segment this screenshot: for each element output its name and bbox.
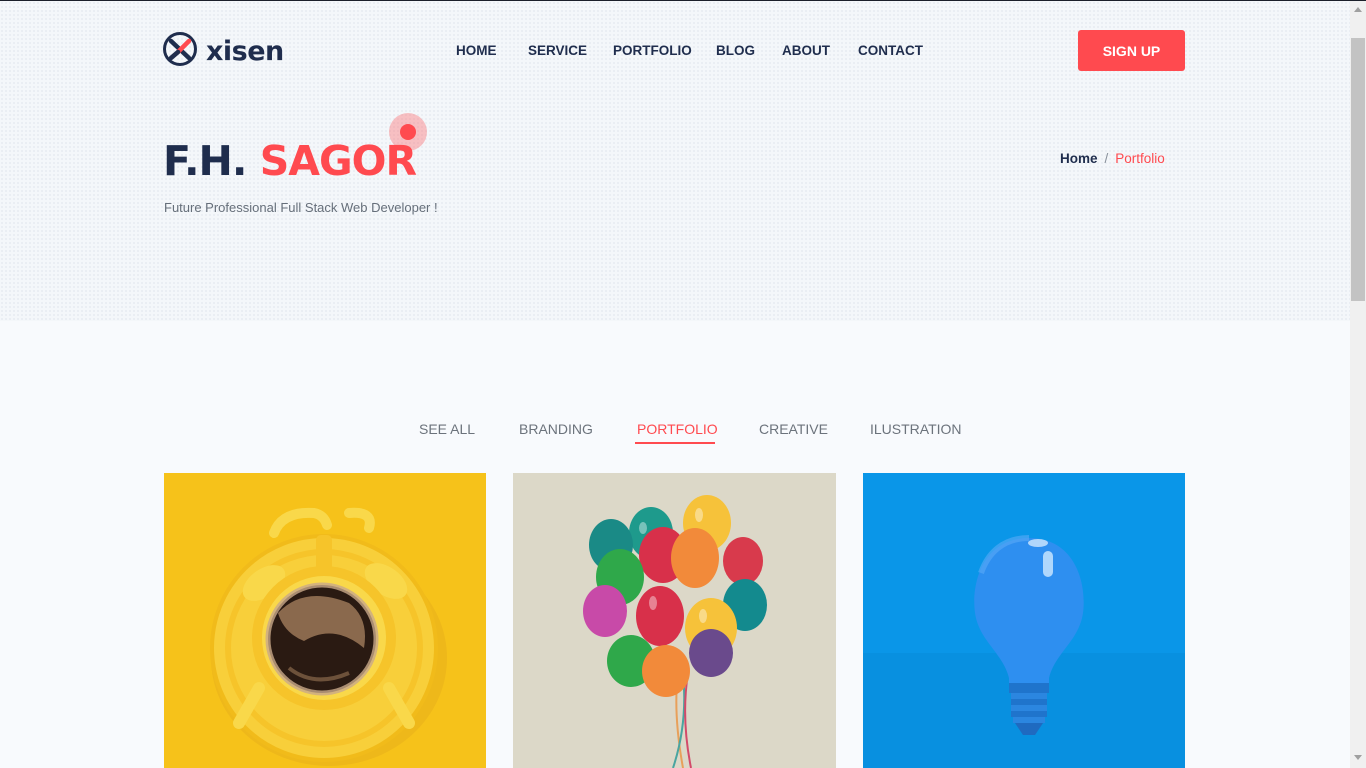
light-bulb-image [863,473,1185,768]
nav-item-home[interactable]: HOME [456,43,528,58]
filter-see-all[interactable]: SEE ALL [419,421,475,437]
filter-branding[interactable]: BRANDING [519,421,593,437]
logo[interactable]: xisen [162,31,284,72]
hero-section: xisen HOME SERVICE PORTFOLIO BLOG ABOUT … [0,1,1350,321]
scroll-up-arrow-icon[interactable] [1354,7,1362,12]
page-title-first: F.H. [163,137,247,185]
portfolio-item-coffee[interactable] [164,473,486,768]
page-title-last: SAGOR [259,137,417,185]
nav-item-portfolio[interactable]: PORTFOLIO [613,43,716,58]
portfolio-item-light-bulb[interactable] [863,473,1185,768]
portfolio-filters: SEE ALL BRANDING PORTFOLIO CREATIVE ILUS… [0,421,1350,451]
breadcrumb-home[interactable]: Home [1060,151,1098,166]
logo-icon [162,31,198,72]
nav-item-contact[interactable]: CONTACT [858,43,928,58]
nav-item-service[interactable]: SERVICE [528,43,613,58]
nav-item-about[interactable]: ABOUT [782,43,858,58]
filter-creative[interactable]: CREATIVE [759,421,828,437]
coffee-alarm-clock-image [164,473,486,768]
logo-text: xisen [206,36,284,67]
breadcrumb: Home / Portfolio [1060,151,1165,166]
active-filter-underline [635,442,715,444]
filter-portfolio[interactable]: PORTFOLIO [637,421,718,437]
main-nav: HOME SERVICE PORTFOLIO BLOG ABOUT CONTAC… [456,43,928,58]
breadcrumb-separator: / [1104,151,1109,166]
signup-button[interactable]: SIGN UP [1078,30,1185,71]
page-subtitle: Future Professional Full Stack Web Devel… [164,200,438,215]
page-scrollbar[interactable] [1350,1,1366,768]
page-title: F.H. SAGOR [163,137,417,185]
scroll-down-arrow-icon[interactable] [1354,755,1362,760]
nav-item-blog[interactable]: BLOG [716,43,782,58]
filter-ilustration[interactable]: ILUSTRATION [870,421,962,437]
breadcrumb-current: Portfolio [1115,151,1165,166]
scrollbar-thumb[interactable] [1351,38,1365,301]
portfolio-item-balloons[interactable] [513,473,836,768]
balloons-image [513,473,836,768]
